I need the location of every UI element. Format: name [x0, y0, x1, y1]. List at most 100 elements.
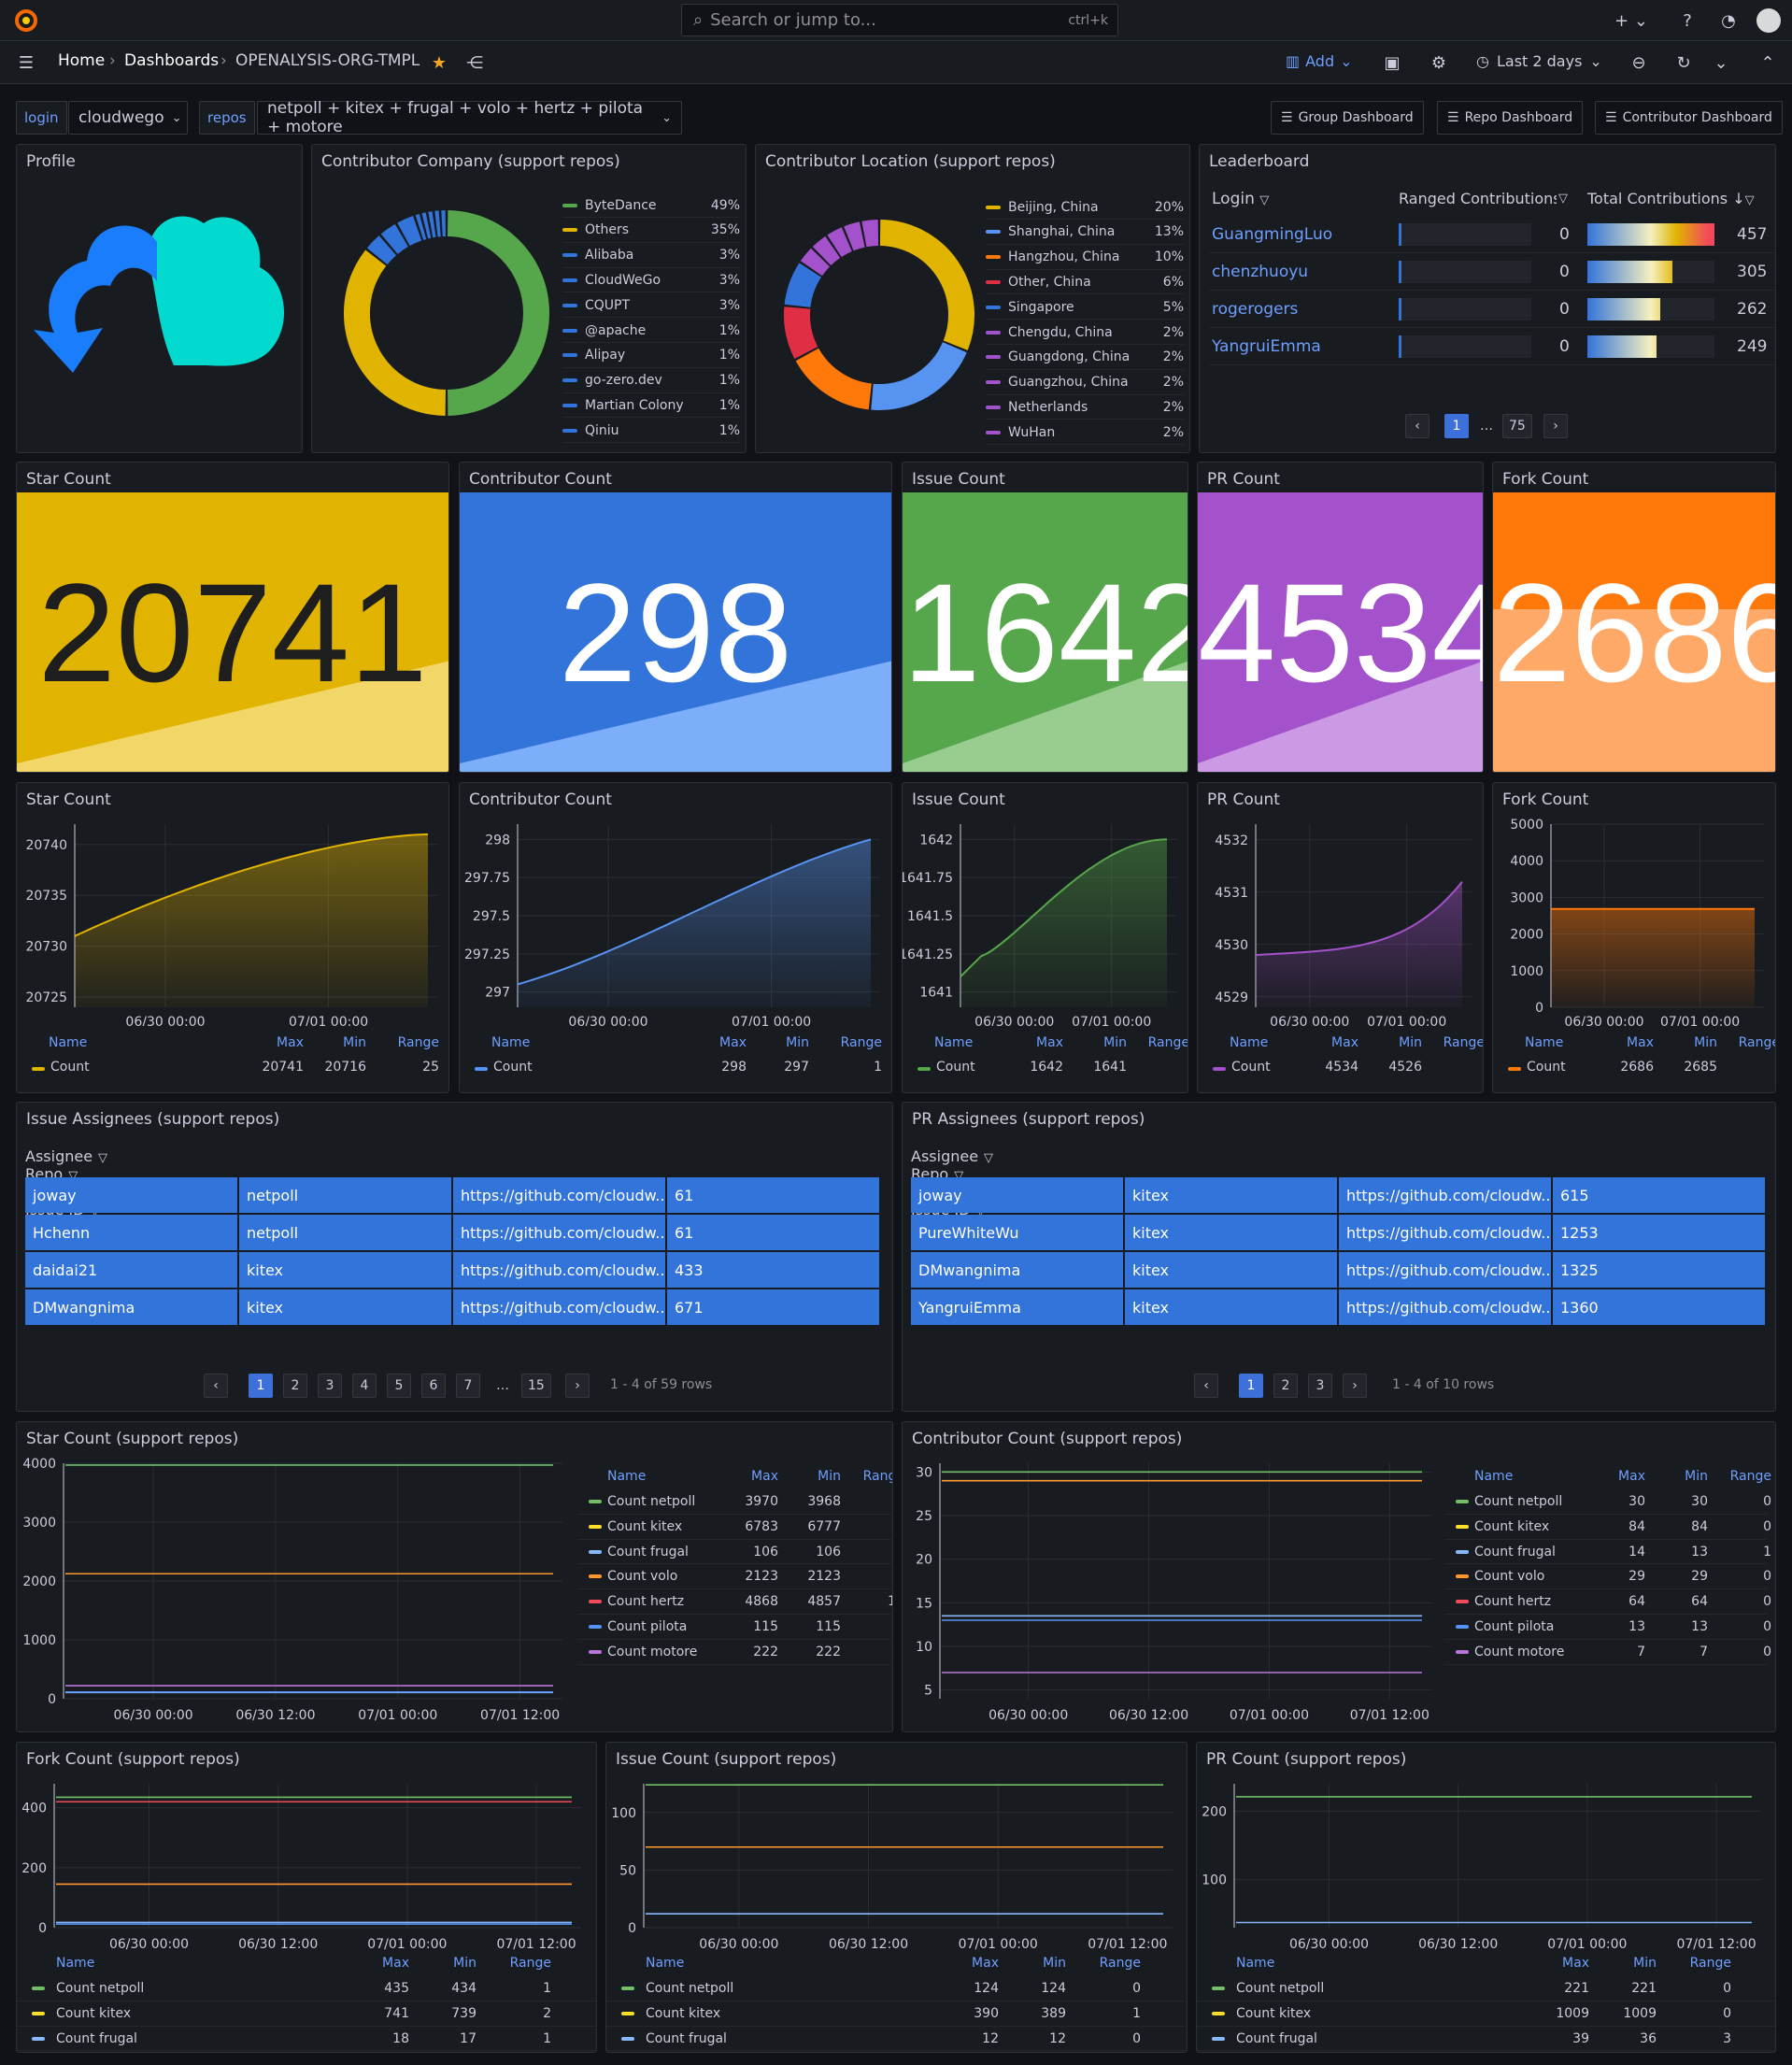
- legend-column-max[interactable]: Max: [1312, 1035, 1358, 1050]
- legend-column-range[interactable]: Range: [848, 1469, 892, 1484]
- leaderboard-login[interactable]: YangruiEmma: [1212, 337, 1321, 356]
- table-cell[interactable]: https://github.com/cloudw...: [453, 1252, 667, 1288]
- donut-slice[interactable]: [784, 306, 818, 359]
- table-cell[interactable]: netpoll: [239, 1177, 453, 1213]
- legend-column-min[interactable]: Min: [1671, 1035, 1717, 1050]
- legend-item[interactable]: Count 1642 1641: [903, 1060, 1188, 1078]
- donut-slice[interactable]: [844, 221, 865, 251]
- column-header[interactable]: Assignee ▽: [25, 1147, 883, 1165]
- pagination-button[interactable]: 1: [249, 1374, 273, 1398]
- table-cell[interactable]: https://github.com/cloudw...: [1339, 1252, 1553, 1288]
- legend-item[interactable]: Singapore 5%: [986, 295, 1184, 320]
- legend-item[interactable]: Hangzhou, China 10%: [986, 246, 1184, 270]
- legend-item[interactable]: Others 35%: [562, 219, 740, 243]
- table-cell[interactable]: https://github.com/cloudw...: [453, 1177, 667, 1213]
- breadcrumb-dashboards[interactable]: Dashboards: [124, 51, 219, 70]
- table-cell[interactable]: https://github.com/cloudw...: [453, 1289, 667, 1325]
- refresh-interval-chevron-icon[interactable]: ⌄: [1712, 51, 1730, 74]
- donut-slice[interactable]: [827, 227, 853, 258]
- donut-slice[interactable]: [380, 223, 409, 255]
- table-row[interactable]: rogerogers 0 262: [1209, 291, 1775, 328]
- column-header-total[interactable]: Total Contributions ↓▽: [1587, 190, 1755, 207]
- legend-column-max[interactable]: Max: [353, 1956, 409, 1971]
- legend-item[interactable]: Count kitex 1009 1009 0: [1197, 2001, 1775, 2027]
- table-cell[interactable]: YangruiEmma: [911, 1289, 1125, 1325]
- news-rss-icon[interactable]: ◔: [1717, 9, 1740, 32]
- pagination-button[interactable]: 75: [1502, 414, 1532, 438]
- legend-item[interactable]: CloudWeGo 3%: [562, 268, 740, 293]
- filter-icon[interactable]: ▽: [1557, 192, 1568, 206]
- legend-item[interactable]: Count 2686 2685: [1493, 1060, 1775, 1078]
- legend-column-name[interactable]: Name: [934, 1035, 973, 1050]
- donut-slice[interactable]: [397, 216, 422, 247]
- legend-column-min[interactable]: Min: [320, 1035, 366, 1050]
- group-dashboard-link[interactable]: ☰ Group Dashboard: [1271, 101, 1424, 135]
- pagination-button[interactable]: ‹: [1405, 414, 1429, 438]
- legend-column-min[interactable]: Min: [420, 1956, 476, 1971]
- table-cell[interactable]: daidai21: [25, 1252, 239, 1288]
- legend-item[interactable]: Count pilota 115 115 0: [577, 1615, 891, 1640]
- legend-column-name[interactable]: Name: [1230, 1035, 1268, 1050]
- legend-item[interactable]: Martian Colony 1%: [562, 393, 740, 419]
- legend-column-name[interactable]: Name: [491, 1035, 530, 1050]
- legend-column-max[interactable]: Max: [1533, 1956, 1589, 1971]
- legend-column-range[interactable]: Range: [1733, 1035, 1775, 1050]
- legend-column-range[interactable]: Range: [495, 1956, 551, 1971]
- legend-item[interactable]: CQUPT 3%: [562, 293, 740, 319]
- legend-item[interactable]: Count netpoll 221 221 0: [1197, 1976, 1775, 2001]
- legend-item[interactable]: Count motore 222 222 0: [577, 1640, 891, 1665]
- table-cell[interactable]: kitex: [1125, 1177, 1339, 1213]
- user-avatar[interactable]: [1756, 8, 1781, 33]
- legend-item[interactable]: Count kitex 390 389 1: [606, 2001, 1186, 2027]
- save-icon[interactable]: ▣: [1381, 51, 1403, 74]
- repo-dashboard-link[interactable]: ☰ Repo Dashboard: [1437, 101, 1584, 135]
- table-cell[interactable]: https://github.com/cloudw...: [1339, 1215, 1553, 1250]
- zoom-out-icon[interactable]: ⊖: [1628, 51, 1650, 74]
- legend-column-range[interactable]: Range: [392, 1035, 439, 1050]
- legend-column-max[interactable]: Max: [722, 1469, 778, 1484]
- table-row[interactable]: chenzhuoyu 0 305: [1209, 253, 1775, 291]
- legend-column-min[interactable]: Min: [1080, 1035, 1127, 1050]
- donut-slice[interactable]: [795, 348, 873, 410]
- legend-item[interactable]: Count kitex 6783 6777 6: [577, 1515, 891, 1540]
- legend-item[interactable]: Count kitex 741 739 2: [17, 2001, 596, 2027]
- pagination-button[interactable]: 4: [352, 1374, 377, 1398]
- repos-variable-select[interactable]: netpoll + kitex + frugal + volo + hertz …: [257, 99, 682, 136]
- legend-item[interactable]: Count frugal 106 106 0: [577, 1540, 891, 1565]
- legend-item[interactable]: Count hertz 4868 4857 11: [577, 1589, 892, 1615]
- table-cell[interactable]: https://github.com/cloudw...: [1339, 1289, 1553, 1325]
- donut-slice[interactable]: [812, 235, 841, 266]
- filter-icon[interactable]: ▽: [98, 1151, 107, 1165]
- legend-item[interactable]: Count frugal 14 13 1: [1444, 1540, 1771, 1565]
- legend-item[interactable]: Count volo 2123 2123 0: [577, 1564, 891, 1590]
- table-cell[interactable]: DMwangnima: [911, 1252, 1125, 1288]
- pagination-button[interactable]: 1: [1239, 1374, 1263, 1398]
- pagination-button[interactable]: 2: [283, 1374, 307, 1398]
- filter-icon[interactable]: ▽: [1259, 193, 1269, 207]
- table-cell[interactable]: joway: [25, 1177, 239, 1213]
- legend-column-min[interactable]: Min: [762, 1035, 809, 1050]
- column-header-login[interactable]: Login ▽: [1212, 190, 1269, 208]
- legend-item[interactable]: Alibaba 3%: [562, 244, 740, 268]
- legend-column-min[interactable]: Min: [1600, 1956, 1657, 1971]
- donut-slice[interactable]: [415, 213, 427, 240]
- pagination-button[interactable]: ›: [1343, 1374, 1367, 1398]
- table-row[interactable]: YangruiEmma 0 249: [1209, 328, 1775, 365]
- pagination-button[interactable]: ‹: [1194, 1374, 1218, 1398]
- pagination-button[interactable]: ›: [565, 1374, 590, 1398]
- leaderboard-login[interactable]: chenzhuoyu: [1212, 263, 1308, 281]
- table-cell[interactable]: netpoll: [239, 1215, 453, 1250]
- legend-column-min[interactable]: Min: [785, 1469, 841, 1484]
- legend-column-max[interactable]: Max: [1017, 1035, 1063, 1050]
- plus-new-icon[interactable]: + ⌄: [1613, 9, 1650, 32]
- donut-slice[interactable]: [421, 212, 432, 239]
- legend-column-min[interactable]: Min: [1652, 1469, 1708, 1484]
- donut-slice[interactable]: [800, 248, 831, 277]
- donut-slice[interactable]: [861, 220, 879, 248]
- legend-column-name[interactable]: Name: [646, 1956, 684, 1971]
- share-icon[interactable]: ⋲: [463, 51, 486, 74]
- legend-item[interactable]: Count netpoll 124 124 0: [606, 1976, 1186, 2001]
- pagination-button[interactable]: 2: [1273, 1374, 1298, 1398]
- legend-item[interactable]: Count 298 297 1: [460, 1060, 891, 1078]
- pagination-button[interactable]: …: [491, 1374, 515, 1398]
